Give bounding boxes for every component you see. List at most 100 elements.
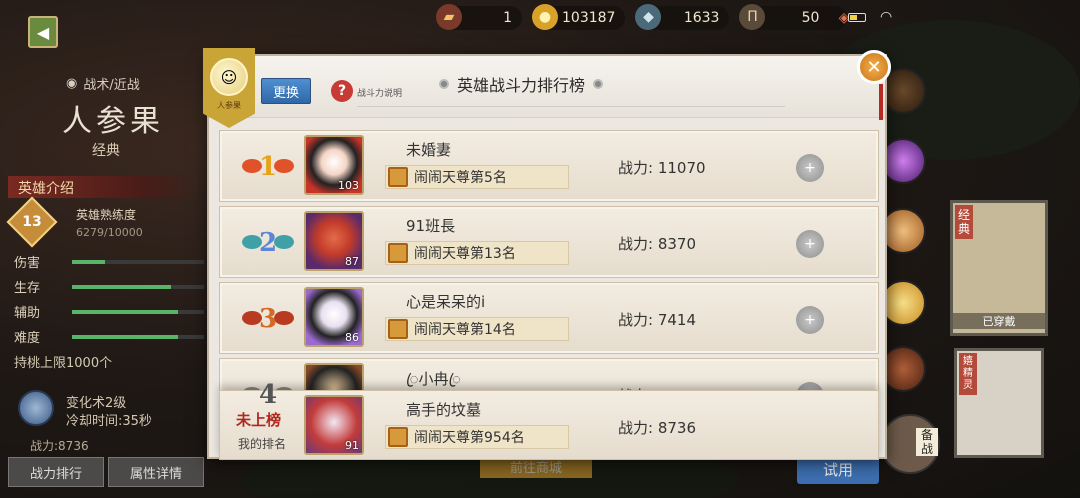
- rank-badge: 1: [242, 149, 294, 185]
- ranking-row[interactable]: 2 87 91班長闹闹天尊第13名 战力: 8370 +: [219, 206, 879, 278]
- type-icon: ◉: [66, 76, 78, 91]
- hero-type: ◉ 战术/近战: [66, 74, 140, 93]
- player-name: 心是呆呆的i: [406, 293, 486, 311]
- rank-number: 4: [258, 380, 278, 410]
- backup-button[interactable]: 备战: [880, 414, 940, 474]
- gate-icon: Π: [739, 4, 766, 30]
- title-icon: [388, 243, 408, 263]
- player-title: 闹闹天尊第5名: [385, 165, 569, 189]
- player-title: 闹闹天尊第13名: [385, 241, 569, 265]
- resource-ticket[interactable]: ▰ 1: [436, 4, 522, 30]
- card-status: 已穿戴: [953, 313, 1045, 329]
- help-text[interactable]: 战斗力说明: [357, 86, 402, 99]
- skill-name: 变化术2级: [66, 396, 127, 411]
- avatar[interactable]: 87: [304, 211, 364, 271]
- resource-value: 1633: [683, 10, 720, 26]
- hero-avatar-icon: ☺: [210, 58, 248, 96]
- my-rank-label: 我的排名: [238, 437, 287, 451]
- avatar-level: 87: [345, 255, 359, 268]
- player-power: 战力: 11070: [618, 159, 706, 177]
- crystal-icon: ◆: [635, 4, 662, 30]
- power-rank-button[interactable]: 战力排行: [8, 457, 104, 487]
- rank-number: 1: [258, 152, 278, 182]
- ranking-row[interactable]: 3 86 心是呆呆的i 闹闹天尊第14名 战力: 7414 +: [219, 282, 879, 354]
- resource-gate[interactable]: Π 50 ◈: [739, 4, 849, 30]
- add-friend-icon[interactable]: +: [796, 230, 824, 258]
- avatar-level: 91: [345, 439, 359, 452]
- stat-label: 难度: [14, 331, 41, 346]
- hero-name: 人参果: [62, 104, 164, 139]
- resource-value: 50: [801, 10, 820, 26]
- card-tag: 嬉精灵: [959, 353, 977, 395]
- hero-panel: ◀ ◉ 战术/近战 人参果 经典 英雄介绍 13 英雄熟练度 6279/1000…: [0, 0, 210, 498]
- player-name: 91班長: [406, 217, 456, 235]
- skin-card-spirit[interactable]: 嬉精灵: [954, 348, 1044, 458]
- resource-value: 1: [503, 10, 512, 26]
- hero-avatar-badge: ☺ 人参果: [203, 48, 255, 128]
- skill-icon[interactable]: [18, 390, 54, 426]
- avatar[interactable]: 91: [304, 395, 364, 455]
- proficiency-level-badge: 13: [6, 196, 58, 248]
- stat-bar: [72, 334, 204, 339]
- title-ornament-icon: [439, 79, 449, 89]
- my-rank: 未上榜: [236, 411, 282, 429]
- backup-label: 备战: [916, 428, 938, 456]
- avatar-level: 103: [338, 179, 359, 192]
- proficiency-value: 6279/10000: [76, 226, 143, 239]
- hero-intro-tab[interactable]: 英雄介绍: [8, 176, 198, 198]
- player-name: 未婚妻: [406, 141, 452, 159]
- player-name: 高手的坟墓: [406, 401, 482, 419]
- stat-row: 伤害: [14, 252, 204, 271]
- hero-power: 战力:8736: [30, 439, 89, 453]
- player-title-text: 闹闹天尊第5名: [414, 170, 507, 186]
- divider: [357, 106, 785, 107]
- hero-type-label: 战术/近战: [83, 78, 140, 93]
- skin-card-classic[interactable]: 经典 已穿戴: [950, 200, 1048, 336]
- player-power: 战力: 8736: [618, 419, 696, 437]
- stat-label: 伤害: [14, 256, 41, 271]
- resource-value: 103187: [562, 10, 616, 26]
- proficiency-level: 13: [22, 214, 42, 230]
- close-button[interactable]: ✕: [857, 50, 891, 84]
- back-button[interactable]: ◀: [28, 16, 58, 48]
- title-icon: [388, 167, 408, 187]
- avatar-level: 86: [345, 331, 359, 344]
- stat-row: 生存: [14, 277, 204, 296]
- modal-title: 英雄战斗力排行榜: [439, 72, 604, 96]
- avatar[interactable]: 86: [304, 287, 364, 347]
- title-icon: [388, 427, 408, 447]
- wifi-icon: ◠: [880, 9, 893, 25]
- rank-badge: 2: [242, 225, 294, 261]
- change-hero-button[interactable]: 更换: [261, 78, 311, 104]
- player-title-text: 闹闹天尊第13名: [414, 246, 516, 262]
- resource-gold[interactable]: ● 103187: [532, 4, 626, 30]
- stat-row: 辅助: [14, 302, 204, 321]
- resource-crystal[interactable]: ◆ 1633: [635, 4, 730, 30]
- modal-header: ☺ 人参果 更换 ? 战斗力说明 英雄战斗力排行榜: [203, 48, 885, 128]
- player-power: 战力: 8370: [618, 235, 696, 253]
- title-icon: [388, 319, 408, 339]
- avatar[interactable]: 103: [304, 135, 364, 195]
- add-friend-icon[interactable]: +: [796, 154, 824, 182]
- gold-ingot-icon: ●: [532, 4, 558, 30]
- stat-bar: [72, 309, 204, 314]
- rank-number: 2: [258, 228, 278, 258]
- stat-bar: [72, 284, 204, 289]
- card-tag: 经典: [955, 205, 973, 239]
- ticket-icon: ▰: [436, 4, 462, 30]
- ranking-row[interactable]: 1 103 未婚妻闹闹天尊第5名 战力: 11070 +: [219, 130, 879, 202]
- attribute-detail-button[interactable]: 属性详情: [108, 457, 204, 487]
- skill-cooldown: 冷却时间:35秒: [66, 414, 152, 429]
- resource-bar: ▰ 1 ● 103187 ◆ 1633 Π 50 ◈: [436, 4, 849, 30]
- rank-number: 3: [258, 304, 278, 334]
- title-ornament-icon: [593, 79, 604, 89]
- add-friend-icon[interactable]: +: [796, 306, 824, 334]
- battery-icon: [848, 13, 866, 22]
- player-title: 闹闹天尊第14名: [385, 317, 569, 341]
- player-title-text: 闹闹天尊第954名: [414, 430, 525, 446]
- hero-skin-tag: 经典: [92, 143, 120, 159]
- help-icon[interactable]: ?: [331, 80, 353, 102]
- player-power: 战力: 7414: [618, 311, 696, 329]
- stat-row: 难度: [14, 327, 204, 346]
- peach-limit: 持桃上限1000个: [14, 356, 113, 371]
